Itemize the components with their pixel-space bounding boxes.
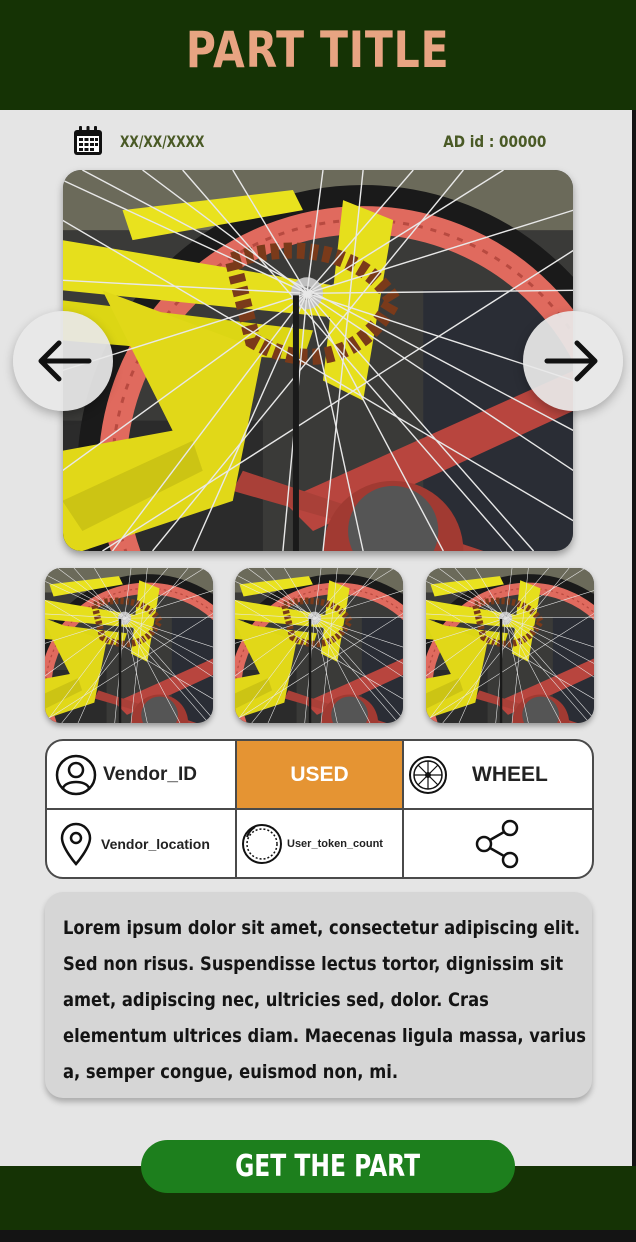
description-text: Lorem ipsum dolor sit amet, consectetur … <box>63 917 586 1083</box>
bicycle-wheel-thumbnail <box>426 568 594 723</box>
thumbnail-2[interactable] <box>235 568 403 723</box>
ad-meta-row: XX/XX/XXXX AD id : 00000 <box>0 126 632 158</box>
part-title: PART TITLE <box>186 21 450 79</box>
thumbnail-3[interactable] <box>426 568 594 723</box>
token-count-cell: User_token_count <box>237 810 404 877</box>
share-icon <box>475 819 519 868</box>
bicycle-wheel-thumbnail <box>45 568 213 723</box>
arrow-left-icon <box>38 340 92 382</box>
part-info-grid: Vendor_ID USED WHEEL Vendor_location Use… <box>45 739 594 879</box>
category-label: WHEEL <box>472 762 548 786</box>
cta-label: GET THE PART <box>235 1149 421 1184</box>
bicycle-wheel-thumbnail <box>235 568 403 723</box>
location-pin-icon <box>60 822 92 866</box>
part-description: Lorem ipsum dolor sit amet, consectetur … <box>45 892 592 1098</box>
main-part-image[interactable] <box>63 170 573 551</box>
calendar-icon <box>74 126 102 155</box>
bicycle-wheel-photo <box>63 170 573 551</box>
condition-badge: USED <box>237 741 404 810</box>
app-header: PART TITLE <box>0 0 636 110</box>
category-cell: WHEEL <box>404 741 592 810</box>
user-icon <box>55 754 97 795</box>
thumbnail-1[interactable] <box>45 568 213 723</box>
previous-image-button[interactable] <box>13 311 113 411</box>
wheel-icon <box>409 755 447 794</box>
get-the-part-button[interactable]: GET THE PART <box>141 1140 515 1193</box>
token-count-label: User_token_count <box>287 837 383 850</box>
ad-date: XX/XX/XXXX <box>120 132 205 151</box>
coin-icon <box>242 823 282 864</box>
ad-id: AD id : 00000 <box>442 132 546 151</box>
next-image-button[interactable] <box>523 311 623 411</box>
arrow-right-icon <box>544 340 598 382</box>
share-button[interactable] <box>404 810 592 877</box>
vendor-location-label: Vendor_location <box>101 835 210 852</box>
vendor-id-label: Vendor_ID <box>103 763 197 785</box>
vendor-id-cell[interactable]: Vendor_ID <box>47 741 237 810</box>
condition-label: USED <box>290 762 349 786</box>
vendor-location-cell[interactable]: Vendor_location <box>47 810 237 877</box>
